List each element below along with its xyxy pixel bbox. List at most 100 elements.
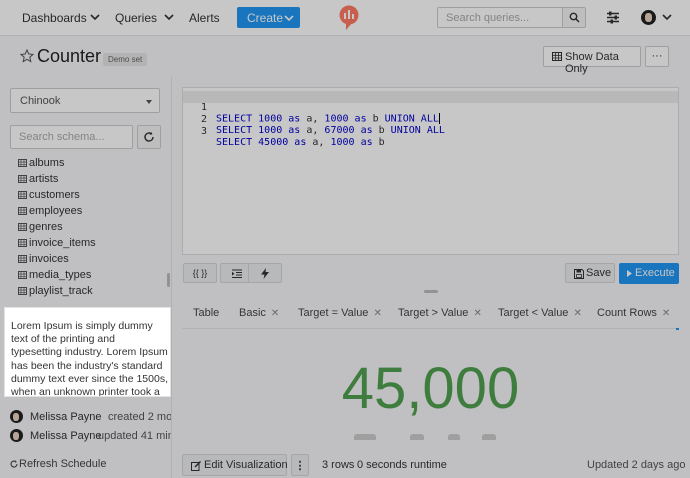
show-data-only-label: Show Data Only <box>565 51 619 75</box>
tab-label: Basic <box>239 307 266 319</box>
query-editor[interactable]: 1 SELECT 1000 as a, 1000 as b UNION ALL … <box>182 87 679 255</box>
redash-logo-icon[interactable] <box>338 5 360 31</box>
refresh-schedule-label: Refresh Schedule <box>19 458 107 470</box>
schema-search-input[interactable] <box>10 125 133 149</box>
more-options-button[interactable]: ··· <box>645 46 669 67</box>
caret-down-icon <box>146 100 152 104</box>
nav-alerts[interactable]: Alerts <box>189 11 220 25</box>
avatar <box>10 410 23 423</box>
schema-table-name: customers <box>29 189 80 201</box>
row-count: 3 rows <box>322 459 355 471</box>
user-avatar[interactable] <box>641 10 656 25</box>
close-icon[interactable]: ✕ <box>373 308 381 319</box>
sql-token: as <box>288 125 301 136</box>
edit-icon <box>191 461 201 471</box>
activity-user-name: Melissa Payne <box>30 411 102 423</box>
activity-action: updated 41 minu <box>98 430 171 442</box>
table-icon <box>18 255 27 263</box>
active-line-highlight <box>183 91 678 103</box>
table-icon <box>18 271 27 279</box>
counter-visualization: 45,000 <box>182 330 679 440</box>
refresh-icon <box>138 131 160 143</box>
table-icon <box>18 191 27 199</box>
schema-table-name: employees <box>29 205 83 217</box>
tab-label: Target > Value <box>398 307 469 319</box>
code-text: SELECT 45000 as a, 1000 as b <box>216 137 385 148</box>
show-data-only-button[interactable]: Show Data Only <box>543 46 641 75</box>
edit-visualization-button[interactable]: Edit Visualization <box>182 454 288 476</box>
tooltip-line: has been the industry's standard <box>11 359 163 372</box>
table-icon <box>552 52 562 61</box>
nav-dashboards[interactable]: Dashboards <box>22 11 87 25</box>
tab-target-equal-value[interactable]: Target = Value ✕ <box>298 307 382 319</box>
add-parameter-button[interactable]: {{ }} <box>183 263 217 283</box>
sql-token: UNION <box>390 125 421 136</box>
page-title[interactable]: Counter <box>37 46 101 67</box>
table-icon <box>18 175 27 183</box>
tab-target-less-value[interactable]: Target < Value ✕ <box>498 307 582 319</box>
close-icon[interactable]: ✕ <box>662 308 670 319</box>
sidebar-scrollbar[interactable] <box>167 273 170 287</box>
tab-label: Target = Value <box>298 307 369 319</box>
counter-label-fragment <box>410 434 424 440</box>
table-icon <box>18 223 27 231</box>
panel-resize-handle[interactable] <box>424 290 438 293</box>
sql-token: 1000 <box>324 113 349 125</box>
save-icon <box>574 269 584 279</box>
refresh-schema-button[interactable] <box>137 125 161 149</box>
results-footer: Edit Visualization ⋮ 3 rows 0 seconds ru… <box>182 454 685 476</box>
nav-queries[interactable]: Queries <box>115 11 157 25</box>
sql-token: 45000 <box>258 137 289 148</box>
counter-label-fragment <box>448 434 460 440</box>
settings-sliders-icon[interactable] <box>606 11 620 24</box>
create-label: Create <box>247 11 284 25</box>
schema-table-name: artists <box>29 173 59 185</box>
sql-token: ALL <box>426 125 445 136</box>
code-text: SELECT 1000 as a, 67000 as b UNION ALL <box>216 125 445 136</box>
edit-visualization-label: Edit Visualization <box>204 459 288 471</box>
chevron-down-icon[interactable] <box>90 12 100 22</box>
tab-table[interactable]: Table <box>193 307 219 319</box>
close-icon[interactable]: ✕ <box>573 308 581 319</box>
counter-label-fragment <box>354 434 376 440</box>
page-header: Counter Demo set Show Data Only ··· <box>0 37 690 77</box>
save-button[interactable]: Save <box>565 263 615 283</box>
top-navbar: Dashboards Queries Alerts Create <box>0 0 690 36</box>
code-line: 3 SELECT 45000 as a, 1000 as b <box>183 115 385 148</box>
close-icon[interactable]: ✕ <box>473 308 481 319</box>
counter-value: 45,000 <box>341 356 520 421</box>
table-icon <box>18 207 27 215</box>
autocomplete-toggle-button[interactable] <box>248 263 282 283</box>
line-number: 3 <box>200 126 207 137</box>
search-button[interactable] <box>562 7 586 28</box>
sql-text: b <box>372 125 391 136</box>
visualization-menu-button[interactable]: ⋮ <box>291 454 309 476</box>
updated-timestamp: Updated 2 days ago <box>587 459 686 471</box>
star-icon[interactable] <box>20 49 34 63</box>
activity-action: created 2 mon <box>108 411 171 423</box>
tab-count-rows[interactable]: Count Rows ✕ <box>597 307 670 319</box>
schema-table-name: invoice_items <box>29 237 96 249</box>
data-source-select[interactable]: Chinook <box>10 88 160 113</box>
chevron-down-icon[interactable] <box>662 12 672 22</box>
sql-token: ALL <box>420 113 439 125</box>
tab-basic[interactable]: Basic ✕ <box>239 307 279 319</box>
sql-text: a, <box>300 113 325 125</box>
chevron-down-icon[interactable] <box>164 12 174 22</box>
indent-icon <box>232 269 242 278</box>
execute-button[interactable]: Execute <box>619 263 679 284</box>
sql-token: 67000 <box>324 125 355 136</box>
sql-token: 1000 <box>330 137 355 148</box>
activity-created: Melissa Payne created 2 mon <box>10 409 171 425</box>
sql-token: 1000 <box>258 125 283 136</box>
data-source-value: Chinook <box>20 95 61 107</box>
schema-table-name: media_types <box>29 269 92 281</box>
schema-table-name: genres <box>29 221 63 233</box>
tab-target-greater-value[interactable]: Target > Value ✕ <box>398 307 482 319</box>
sql-token: as <box>288 113 301 125</box>
close-icon[interactable]: ✕ <box>271 308 279 319</box>
search-input[interactable] <box>437 7 562 28</box>
tag-badge: Demo set <box>103 53 148 66</box>
sql-token: as <box>360 137 373 148</box>
create-button[interactable]: Create <box>237 7 300 28</box>
